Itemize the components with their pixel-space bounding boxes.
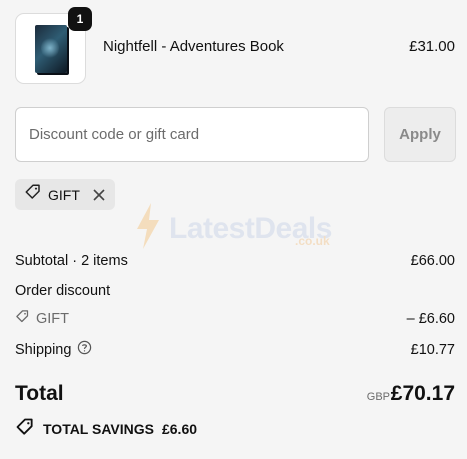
product-price: £31.00 [409, 38, 455, 55]
discount-value: – £6.60 [406, 310, 455, 327]
book-cover-image [34, 24, 67, 73]
subtotal-label: Subtotal · 2 items [15, 253, 128, 269]
discount-code-row: GIFT – £6.60 [15, 309, 455, 328]
checkout-summary: 1 Nightfell - Adventures Book £31.00 App… [0, 0, 467, 459]
shipping-label: Shipping [15, 341, 72, 358]
currency-code: GBP [366, 391, 390, 403]
close-icon[interactable] [92, 188, 106, 202]
discount-code-input[interactable] [15, 107, 369, 162]
subtotal-value: £66.00 [410, 253, 455, 269]
applied-discount-chip: GIFT [15, 179, 115, 210]
total-savings: TOTAL SAVINGS £6.60 [15, 417, 197, 440]
savings-tag-icon [15, 417, 35, 440]
savings-value: £6.60 [161, 420, 198, 437]
help-circle-icon[interactable] [77, 340, 92, 359]
shipping-value: £10.77 [410, 341, 455, 358]
watermark: LatestDeals .co.uk [135, 203, 332, 254]
order-discount-label: Order discount [15, 283, 111, 299]
total-value: £70.17 [390, 382, 455, 405]
watermark-domain: .co.uk [295, 234, 330, 248]
total-label: Total [15, 382, 64, 405]
product-name: Nightfell - Adventures Book [103, 38, 284, 55]
applied-code-label: GIFT [48, 186, 80, 203]
discount-code-label: GIFT [36, 310, 70, 327]
savings-label: TOTAL SAVINGS [43, 420, 154, 437]
tag-icon [24, 183, 42, 206]
lightning-bolt-icon [135, 203, 161, 254]
order-discount-row: Order discount [15, 283, 455, 299]
apply-button[interactable]: Apply [384, 107, 456, 162]
shipping-row: Shipping £10.77 [15, 340, 455, 359]
subtotal-row: Subtotal · 2 items £66.00 [15, 253, 455, 269]
quantity-badge: 1 [68, 7, 92, 31]
tag-icon [15, 309, 30, 328]
